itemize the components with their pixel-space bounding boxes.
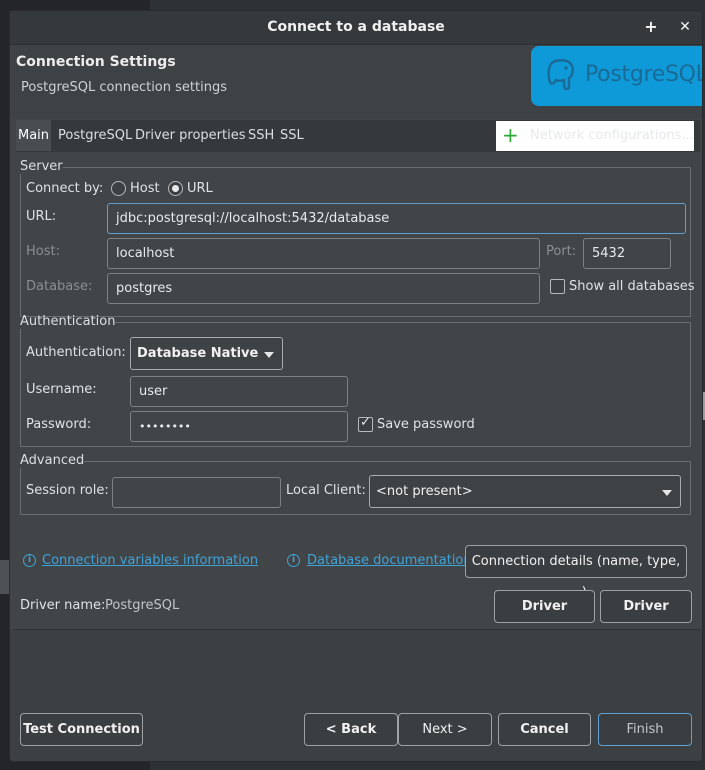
background-scroll-thumb xyxy=(0,560,9,594)
connection-variables-link[interactable]: Connection variables information xyxy=(42,553,258,568)
port-label: Port: xyxy=(546,244,577,259)
authentication-label: Authentication: xyxy=(26,345,126,360)
cancel-button[interactable]: Cancel xyxy=(498,713,591,746)
back-button[interactable]: < Back xyxy=(304,713,398,746)
authentication-legend: Authentication xyxy=(20,314,116,329)
url-radio-label[interactable]: URL xyxy=(187,181,213,196)
connect-by-label: Connect by: xyxy=(26,181,104,196)
username-input[interactable]: user xyxy=(130,376,348,407)
username-label: Username: xyxy=(26,382,97,397)
local-client-label: Local Client: xyxy=(286,483,366,498)
tab-driver-properties[interactable]: Driver properties xyxy=(133,120,247,151)
info-icon: i xyxy=(287,554,300,567)
password-label: Password: xyxy=(26,417,92,432)
save-password-checkbox[interactable]: ✓ xyxy=(358,415,373,432)
database-documentation-link[interactable]: Database documentation xyxy=(307,553,472,568)
authentication-select-value: Database Native xyxy=(137,346,259,361)
header-subtitle: PostgreSQL connection settings xyxy=(21,80,227,95)
header-title: Connection Settings xyxy=(16,54,176,70)
url-input[interactable]: jdbc:postgresql://localhost:5432/databas… xyxy=(107,203,686,234)
url-label: URL: xyxy=(26,209,57,224)
database-label: Database: xyxy=(26,279,93,294)
test-connection-button[interactable]: Test Connection ... xyxy=(20,713,143,761)
maximize-button[interactable]: + xyxy=(641,17,661,37)
close-button[interactable]: ✕ xyxy=(675,17,695,37)
network-configurations-button[interactable]: + Network configurations... xyxy=(496,121,694,151)
session-role-label: Session role: xyxy=(26,483,109,498)
server-legend: Server xyxy=(20,159,63,174)
chevron-down-icon xyxy=(264,352,274,358)
password-input[interactable]: •••••••• xyxy=(130,411,348,442)
save-password-label[interactable]: Save password xyxy=(377,417,475,432)
footer-divider xyxy=(14,629,700,630)
advanced-legend: Advanced xyxy=(20,453,85,468)
add-icon: + xyxy=(502,123,519,147)
chevron-down-icon xyxy=(662,490,672,496)
next-button[interactable]: Next > xyxy=(398,713,492,746)
settings-header: Connection Settings PostgreSQL connectio… xyxy=(10,46,702,118)
database-input[interactable]: postgres xyxy=(107,273,540,304)
show-all-databases-checkbox[interactable] xyxy=(550,279,565,294)
network-configurations-label: Network configurations... xyxy=(530,128,694,143)
show-all-databases-label[interactable]: Show all databases xyxy=(569,279,695,294)
session-role-input[interactable] xyxy=(112,477,281,508)
tab-main[interactable]: Main xyxy=(16,120,52,151)
local-client-select[interactable]: <not present> xyxy=(369,475,681,508)
tab-ssl[interactable]: SSL xyxy=(278,120,306,151)
title-bar: Connect to a database + ✕ xyxy=(10,11,702,45)
tab-postgresql[interactable]: PostgreSQL xyxy=(56,120,134,151)
driver-name-label: Driver name: xyxy=(20,598,106,613)
finish-button[interactable]: Finish xyxy=(598,713,692,746)
authentication-select[interactable]: Database Native xyxy=(130,337,283,370)
connection-details-button[interactable]: Connection details (name, type, ... ) xyxy=(465,545,687,600)
host-label: Host: xyxy=(26,244,60,259)
driver-name-value: PostgreSQL xyxy=(105,598,180,613)
postgresql-logo: PostgreSQL xyxy=(531,46,703,106)
elephant-icon xyxy=(547,59,574,91)
connect-dialog: Connect to a database + ✕ Connection Set… xyxy=(9,10,703,762)
window-title: Connect to a database xyxy=(267,19,445,35)
host-input[interactable]: localhost xyxy=(107,238,540,269)
local-client-select-value: <not present> xyxy=(376,484,473,499)
authentication-group: Authentication xyxy=(20,315,691,447)
host-radio[interactable] xyxy=(111,181,126,196)
driver-settings-button[interactable]: Driver Settings xyxy=(494,590,595,645)
port-input[interactable]: 5432 xyxy=(583,238,671,269)
checkmark-icon: ✓ xyxy=(360,415,371,430)
tab-ssh[interactable]: SSH xyxy=(246,120,276,151)
info-icon: i xyxy=(23,554,36,567)
driver-license-button[interactable]: Driver license xyxy=(600,590,692,645)
host-radio-label[interactable]: Host xyxy=(130,181,160,196)
url-radio[interactable] xyxy=(168,181,183,196)
logo-text: PostgreSQL xyxy=(585,62,703,87)
